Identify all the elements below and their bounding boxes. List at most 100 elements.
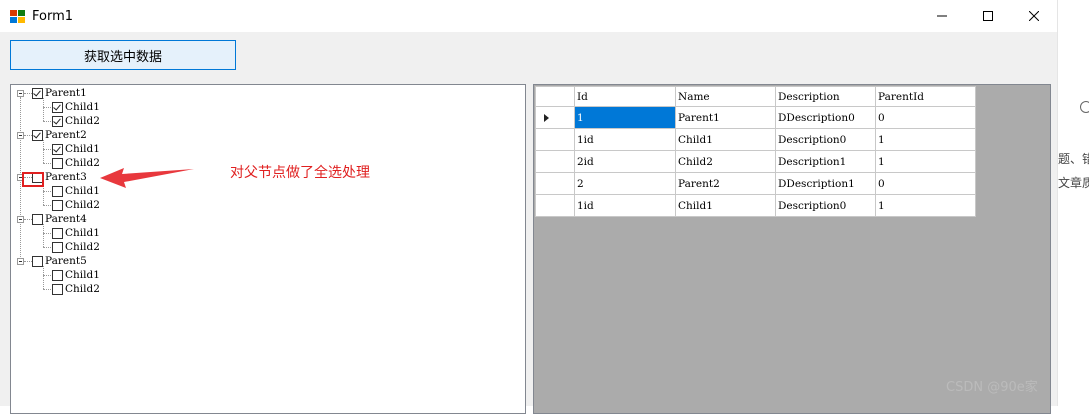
tree-node-label: Child1 [65, 101, 100, 113]
tree-connector [43, 191, 51, 192]
tree-checkbox[interactable] [52, 143, 63, 155]
tree-node-label: Child1 [65, 227, 100, 239]
tree-checkbox[interactable] [32, 87, 43, 99]
column-header-id[interactable]: Id [574, 86, 676, 107]
row-header[interactable] [535, 194, 575, 217]
title-bar[interactable]: Form1 [0, 0, 1057, 32]
background-page-strip [1057, 0, 1089, 406]
row-header[interactable] [535, 150, 575, 173]
table-row[interactable]: 1id Child1 Description0 1 [535, 194, 976, 217]
tree-node-label: Child1 [65, 269, 100, 281]
grid-cell[interactable]: 1 [875, 194, 976, 217]
background-text-2: 文章质 [1058, 176, 1089, 190]
grid-cell[interactable]: Child1 [675, 128, 776, 151]
app-icon [10, 9, 26, 23]
grid-cell[interactable]: Description1 [775, 150, 876, 173]
table-row[interactable]: 1id Child1 Description0 1 [535, 128, 976, 151]
tree-connector [24, 219, 32, 220]
data-grid-view[interactable]: Id Name Description ParentId 1 Parent1 DDe… [533, 84, 1051, 414]
column-header-description[interactable]: Description [775, 86, 876, 107]
tree-node-child1[interactable]: Child1 [52, 226, 100, 240]
minimize-button[interactable] [919, 0, 965, 32]
column-header-name[interactable]: Name [675, 86, 776, 107]
row-header[interactable] [535, 128, 575, 151]
tree-node-label: Child2 [65, 115, 100, 127]
tree-connector [43, 224, 44, 247]
grid-cell[interactable]: 1id [574, 194, 676, 217]
tree-checkbox[interactable] [52, 115, 63, 127]
tree-node-label: Child2 [65, 241, 100, 253]
column-header-parentid[interactable]: ParentId [875, 86, 976, 107]
tree-node-parent5[interactable]: Parent5 [32, 254, 87, 268]
background-text-1: 题、错 [1058, 152, 1089, 166]
tree-node-child2[interactable]: Child2 [52, 282, 100, 296]
tree-connector [43, 149, 51, 150]
grid-cell[interactable]: Child1 [675, 194, 776, 217]
grid-cell[interactable]: 2id [574, 150, 676, 173]
tree-node-label: Child2 [65, 199, 100, 211]
tree-checkbox[interactable] [52, 269, 63, 281]
table-row[interactable]: 2 Parent2 DDescription1 0 [535, 172, 976, 195]
tree-checkbox[interactable] [52, 241, 63, 253]
annotation-text: 对父节点做了全选处理 [230, 165, 370, 181]
tree-checkbox[interactable] [52, 227, 63, 239]
close-button[interactable] [1011, 0, 1057, 32]
tree-node-child2[interactable]: Child2 [52, 198, 100, 212]
grid-cell[interactable]: 0 [875, 106, 976, 129]
tree-node-child2[interactable]: Child2 [52, 240, 100, 254]
table-row[interactable]: 2id Child2 Description1 1 [535, 150, 976, 173]
circle-icon [1080, 101, 1089, 113]
tree-node-child1[interactable]: Child1 [52, 100, 100, 114]
tree-checkbox[interactable] [52, 199, 63, 211]
data-grid-table: Id Name Description ParentId 1 Parent1 DDe… [535, 86, 976, 217]
tree-connector [24, 261, 32, 262]
grid-cell[interactable]: DDescription1 [775, 172, 876, 195]
tree-node-child2[interactable]: Child2 [52, 114, 100, 128]
grid-corner-header[interactable] [535, 86, 575, 107]
tree-node-parent2[interactable]: Parent2 [32, 128, 87, 142]
grid-cell[interactable]: 0 [875, 172, 976, 195]
row-header[interactable] [535, 172, 575, 195]
grid-cell[interactable]: Parent1 [675, 106, 776, 129]
window-title: Form1 [32, 9, 74, 24]
tree-node-parent4[interactable]: Parent4 [32, 212, 87, 226]
tree-node-child1[interactable]: Child1 [52, 142, 100, 156]
grid-cell[interactable]: 1 [574, 106, 676, 129]
tree-expander-icon[interactable] [17, 132, 24, 139]
grid-cell[interactable]: Child2 [675, 150, 776, 173]
tree-expander-icon[interactable] [17, 216, 24, 223]
grid-cell[interactable]: Parent2 [675, 172, 776, 195]
grid-cell[interactable]: DDescription0 [775, 106, 876, 129]
grid-cell[interactable]: Description0 [775, 194, 876, 217]
tree-checkbox[interactable] [52, 283, 63, 295]
grid-cell[interactable]: Description0 [775, 128, 876, 151]
maximize-button[interactable] [965, 0, 1011, 32]
current-row-arrow-icon [544, 113, 549, 122]
tree-connector [43, 107, 51, 108]
tree-node-label: Parent2 [45, 129, 87, 141]
fetch-selected-data-button[interactable]: 获取选中数据 [10, 40, 236, 70]
tree-connector [43, 205, 51, 206]
tree-node-parent1[interactable]: Parent1 [32, 86, 87, 100]
tree-connector [24, 93, 32, 94]
row-header[interactable] [535, 106, 575, 129]
tree-connector [43, 289, 51, 290]
grid-cell[interactable]: 1 [875, 128, 976, 151]
tree-checkbox[interactable] [32, 129, 43, 141]
tree-view[interactable]: Parent1 Child1 Child2 Parent2 Child1 Child2 Pa… [10, 84, 526, 414]
tree-checkbox[interactable] [52, 101, 63, 113]
tree-connector [43, 247, 51, 248]
tree-expander-icon[interactable] [17, 90, 24, 97]
tree-checkbox[interactable] [32, 255, 43, 267]
table-row[interactable]: 1 Parent1 DDescription0 0 [535, 106, 976, 129]
tree-checkbox[interactable] [32, 213, 43, 225]
tree-expander-icon[interactable] [17, 258, 24, 265]
grid-cell[interactable]: 2 [574, 172, 676, 195]
grid-cell[interactable]: 1 [875, 150, 976, 173]
minimize-icon [937, 15, 947, 17]
grid-cell[interactable]: 1id [574, 128, 676, 151]
tree-node-child1[interactable]: Child1 [52, 268, 100, 282]
watermark: CSDN @90e家 [946, 380, 1038, 395]
tree-node-label: Parent1 [45, 87, 87, 99]
tree-node-label: Child1 [65, 143, 100, 155]
